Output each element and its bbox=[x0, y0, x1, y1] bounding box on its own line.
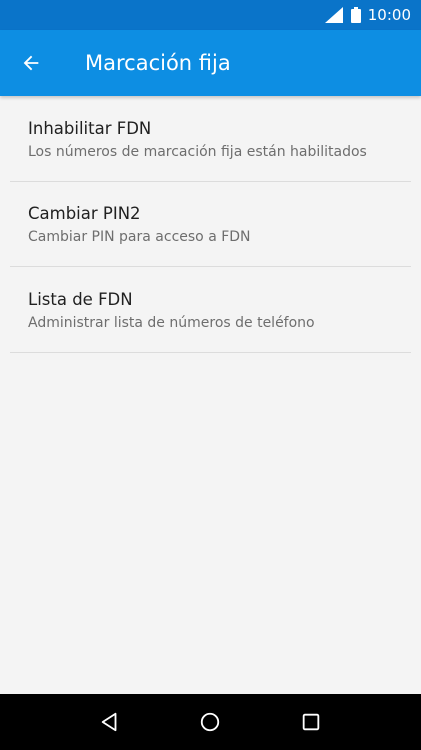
recents-square-icon bbox=[302, 713, 320, 731]
page-title: Marcación fija bbox=[85, 51, 231, 75]
setting-item-title: Lista de FDN bbox=[28, 289, 133, 309]
setting-item-disable-fdn[interactable]: Inhabilitar FDN Los números de marcación… bbox=[10, 96, 411, 182]
setting-item-summary: Cambiar PIN para acceso a FDN bbox=[28, 229, 251, 246]
setting-item-title: Cambiar PIN2 bbox=[28, 204, 141, 224]
setting-item-change-pin2[interactable]: Cambiar PIN2 Cambiar PIN para acceso a F… bbox=[10, 182, 411, 267]
setting-item-summary: Administrar lista de números de teléfono bbox=[28, 314, 315, 331]
status-time: 10:00 bbox=[367, 6, 411, 24]
navigation-bar bbox=[0, 694, 421, 750]
arrow-left-icon bbox=[23, 55, 39, 71]
nav-recents-button[interactable] bbox=[291, 702, 331, 742]
signal-icon bbox=[324, 7, 343, 23]
setting-item-fdn-list[interactable]: Lista de FDN Administrar lista de número… bbox=[10, 267, 411, 353]
setting-item-title: Inhabilitar FDN bbox=[28, 118, 152, 138]
home-circle-icon bbox=[201, 712, 220, 732]
setting-item-summary: Los números de marcación fija están habi… bbox=[28, 143, 367, 160]
settings-list: Inhabilitar FDN Los números de marcación… bbox=[0, 96, 421, 353]
back-triangle-icon bbox=[101, 712, 117, 732]
status-bar: 10:00 bbox=[0, 0, 421, 30]
battery-icon bbox=[350, 7, 361, 23]
app-bar: Marcación fija bbox=[0, 30, 421, 96]
nav-back-button[interactable] bbox=[90, 702, 130, 742]
back-button[interactable] bbox=[0, 30, 64, 96]
nav-home-button[interactable] bbox=[190, 702, 230, 742]
